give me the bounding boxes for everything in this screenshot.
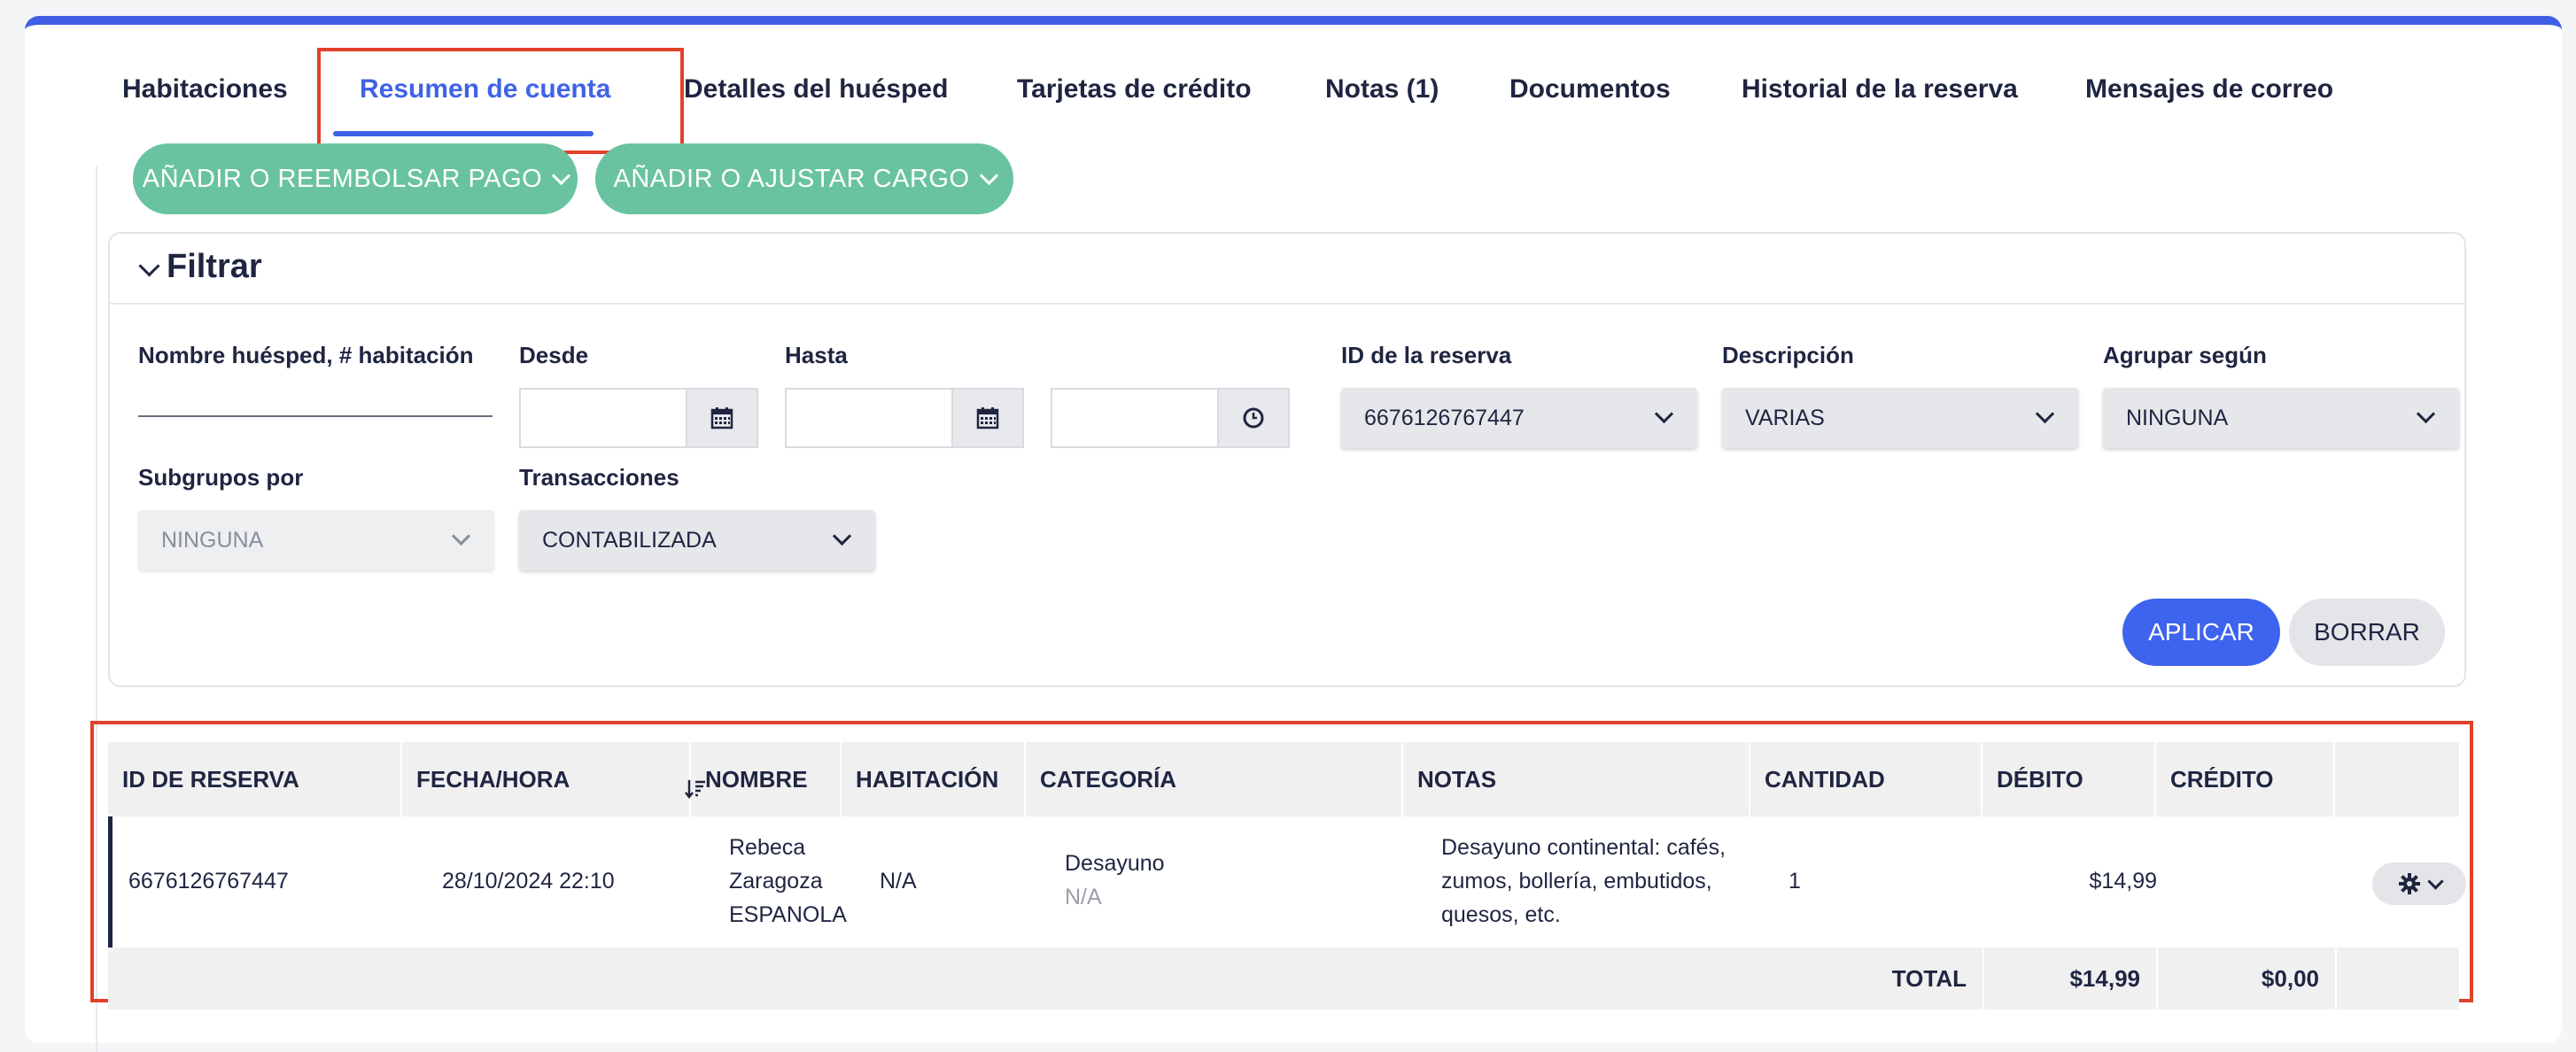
gear-icon <box>2398 873 2420 894</box>
description-value: VARIAS <box>1745 405 1825 430</box>
calendar-icon[interactable] <box>951 390 1022 446</box>
guest-room-input[interactable] <box>138 371 493 417</box>
filter-header[interactable]: Filtrar <box>110 234 2464 305</box>
group-by-select[interactable]: NINGUNA <box>2103 388 2459 448</box>
cell-category: Desayuno N/A <box>1065 847 1165 914</box>
tab-credit-cards[interactable]: Tarjetas de crédito <box>1017 74 1252 104</box>
tab-reservation-history[interactable]: Historial de la reserva <box>1742 74 2018 104</box>
tab-documents[interactable]: Documentos <box>1509 74 1671 104</box>
reservation-id-select[interactable]: 6676126767447 <box>1341 388 1697 448</box>
col-credit[interactable]: CRÉDITO <box>2156 742 2335 816</box>
col-debit[interactable]: DÉBITO <box>1982 742 2156 816</box>
time-input[interactable] <box>1051 388 1290 448</box>
chevron-down-icon <box>979 166 998 185</box>
description-label: Descripción <box>1722 342 1854 368</box>
cell-notes: Desayuno continental: cafés, zumos, boll… <box>1441 831 1726 932</box>
tab-bar: Habitaciones Resumen de cuenta Detalles … <box>25 25 2562 154</box>
col-quantity[interactable]: CANTIDAD <box>1750 742 1982 816</box>
total-debit: $14,99 <box>2069 964 2140 992</box>
cell-name-line: Rebeca <box>729 835 806 860</box>
clear-button[interactable]: BORRAR <box>2289 599 2445 666</box>
subgroup-value: NINGUNA <box>161 527 264 553</box>
tab-highlight-box <box>317 48 684 154</box>
cell-notes-line: zumos, bollería, embutidos, <box>1441 869 1712 893</box>
sort-icon[interactable] <box>684 777 707 801</box>
clock-icon[interactable] <box>1217 390 1288 446</box>
cell-name-line: ESPANOLA <box>729 902 847 927</box>
transactions-value: CONTABILIZADA <box>542 527 717 553</box>
cell-category-main: Desayuno <box>1065 851 1165 876</box>
chevron-down-icon[interactable] <box>138 255 160 277</box>
calendar-icon[interactable] <box>686 390 757 446</box>
cell-notes-line: quesos, etc. <box>1441 902 1561 927</box>
chevron-down-icon <box>552 166 571 185</box>
reservation-id-label: ID de la reserva <box>1341 342 1512 368</box>
filter-panel: Filtrar Nombre huésped, # habitación Des… <box>108 232 2466 687</box>
col-notes[interactable]: NOTAS <box>1403 742 1750 816</box>
tab-guest-details[interactable]: Detalles del huésped <box>684 74 948 104</box>
to-label: Hasta <box>785 342 848 368</box>
col-reservation-id[interactable]: ID DE RESERVA <box>108 742 402 816</box>
total-credit: $0,00 <box>2261 964 2319 992</box>
from-date-input[interactable] <box>519 388 758 448</box>
add-refund-payment-label: AÑADIR O REEMBOLSAR PAGO <box>142 164 543 193</box>
chevron-down-icon <box>832 526 852 546</box>
tab-email-messages[interactable]: Mensajes de correo <box>2085 74 2333 104</box>
cell-reservation-id: 6676126767447 <box>128 869 289 893</box>
chevron-down-icon <box>2035 404 2055 424</box>
add-adjust-charge-label: AÑADIR O AJUSTAR CARGO <box>613 164 970 193</box>
chevron-down-icon <box>1654 404 1674 424</box>
guest-room-label: Nombre huésped, # habitación <box>138 342 474 368</box>
col-category[interactable]: CATEGORÍA <box>1026 742 1403 816</box>
transactions-select[interactable]: CONTABILIZADA <box>519 510 875 570</box>
description-select[interactable]: VARIAS <box>1722 388 2078 448</box>
table-header: ID DE RESERVA FECHA/HORA NOMBRE HABITACI… <box>108 742 2459 816</box>
cell-quantity: 1 <box>1788 869 1801 893</box>
col-datetime[interactable]: FECHA/HORA <box>402 742 691 816</box>
col-actions <box>2335 742 2459 816</box>
chevron-down-icon <box>451 526 471 546</box>
cell-notes-line: Desayuno continental: cafés, <box>1441 835 1726 860</box>
total-label: TOTAL <box>1891 964 1967 992</box>
cell-debit: $14,99 <box>2089 869 2157 893</box>
tab-notes[interactable]: Notas (1) <box>1325 74 1439 104</box>
transactions-label: Transacciones <box>519 464 679 491</box>
add-adjust-charge-button[interactable]: AÑADIR O AJUSTAR CARGO <box>595 143 1013 214</box>
apply-button[interactable]: APLICAR <box>2122 599 2280 666</box>
cell-datetime: 28/10/2024 22:10 <box>442 869 615 893</box>
col-room[interactable]: HABITACIÓN <box>842 742 1026 816</box>
cell-room: N/A <box>880 869 917 893</box>
table-footer: TOTAL $14,99 $0,00 <box>108 948 2459 1009</box>
to-date-input[interactable] <box>785 388 1024 448</box>
tab-rooms[interactable]: Habitaciones <box>122 74 288 104</box>
table-row[interactable]: 6676126767447 28/10/2024 22:10 Rebeca Za… <box>108 816 2459 948</box>
subgroup-label: Subgrupos por <box>138 464 304 491</box>
from-label: Desde <box>519 342 589 368</box>
row-actions-button[interactable] <box>2372 862 2466 905</box>
add-refund-payment-button[interactable]: AÑADIR O REEMBOLSAR PAGO <box>133 143 578 214</box>
subgroup-select: NINGUNA <box>138 510 494 570</box>
group-by-label: Agrupar según <box>2103 342 2267 368</box>
chevron-down-icon <box>2416 404 2436 424</box>
filter-title: Filtrar <box>167 248 262 285</box>
cell-name: Rebeca Zaragoza ESPANOLA <box>729 831 847 932</box>
cell-category-sub: N/A <box>1065 885 1102 909</box>
cell-name-line: Zaragoza <box>729 869 823 893</box>
reservation-id-value: 6676126767447 <box>1364 405 1525 430</box>
footer-divider <box>2335 948 2337 1009</box>
chevron-down-icon <box>2426 872 2444 890</box>
group-by-value: NINGUNA <box>2126 405 2229 430</box>
col-name[interactable]: NOMBRE <box>691 742 842 816</box>
